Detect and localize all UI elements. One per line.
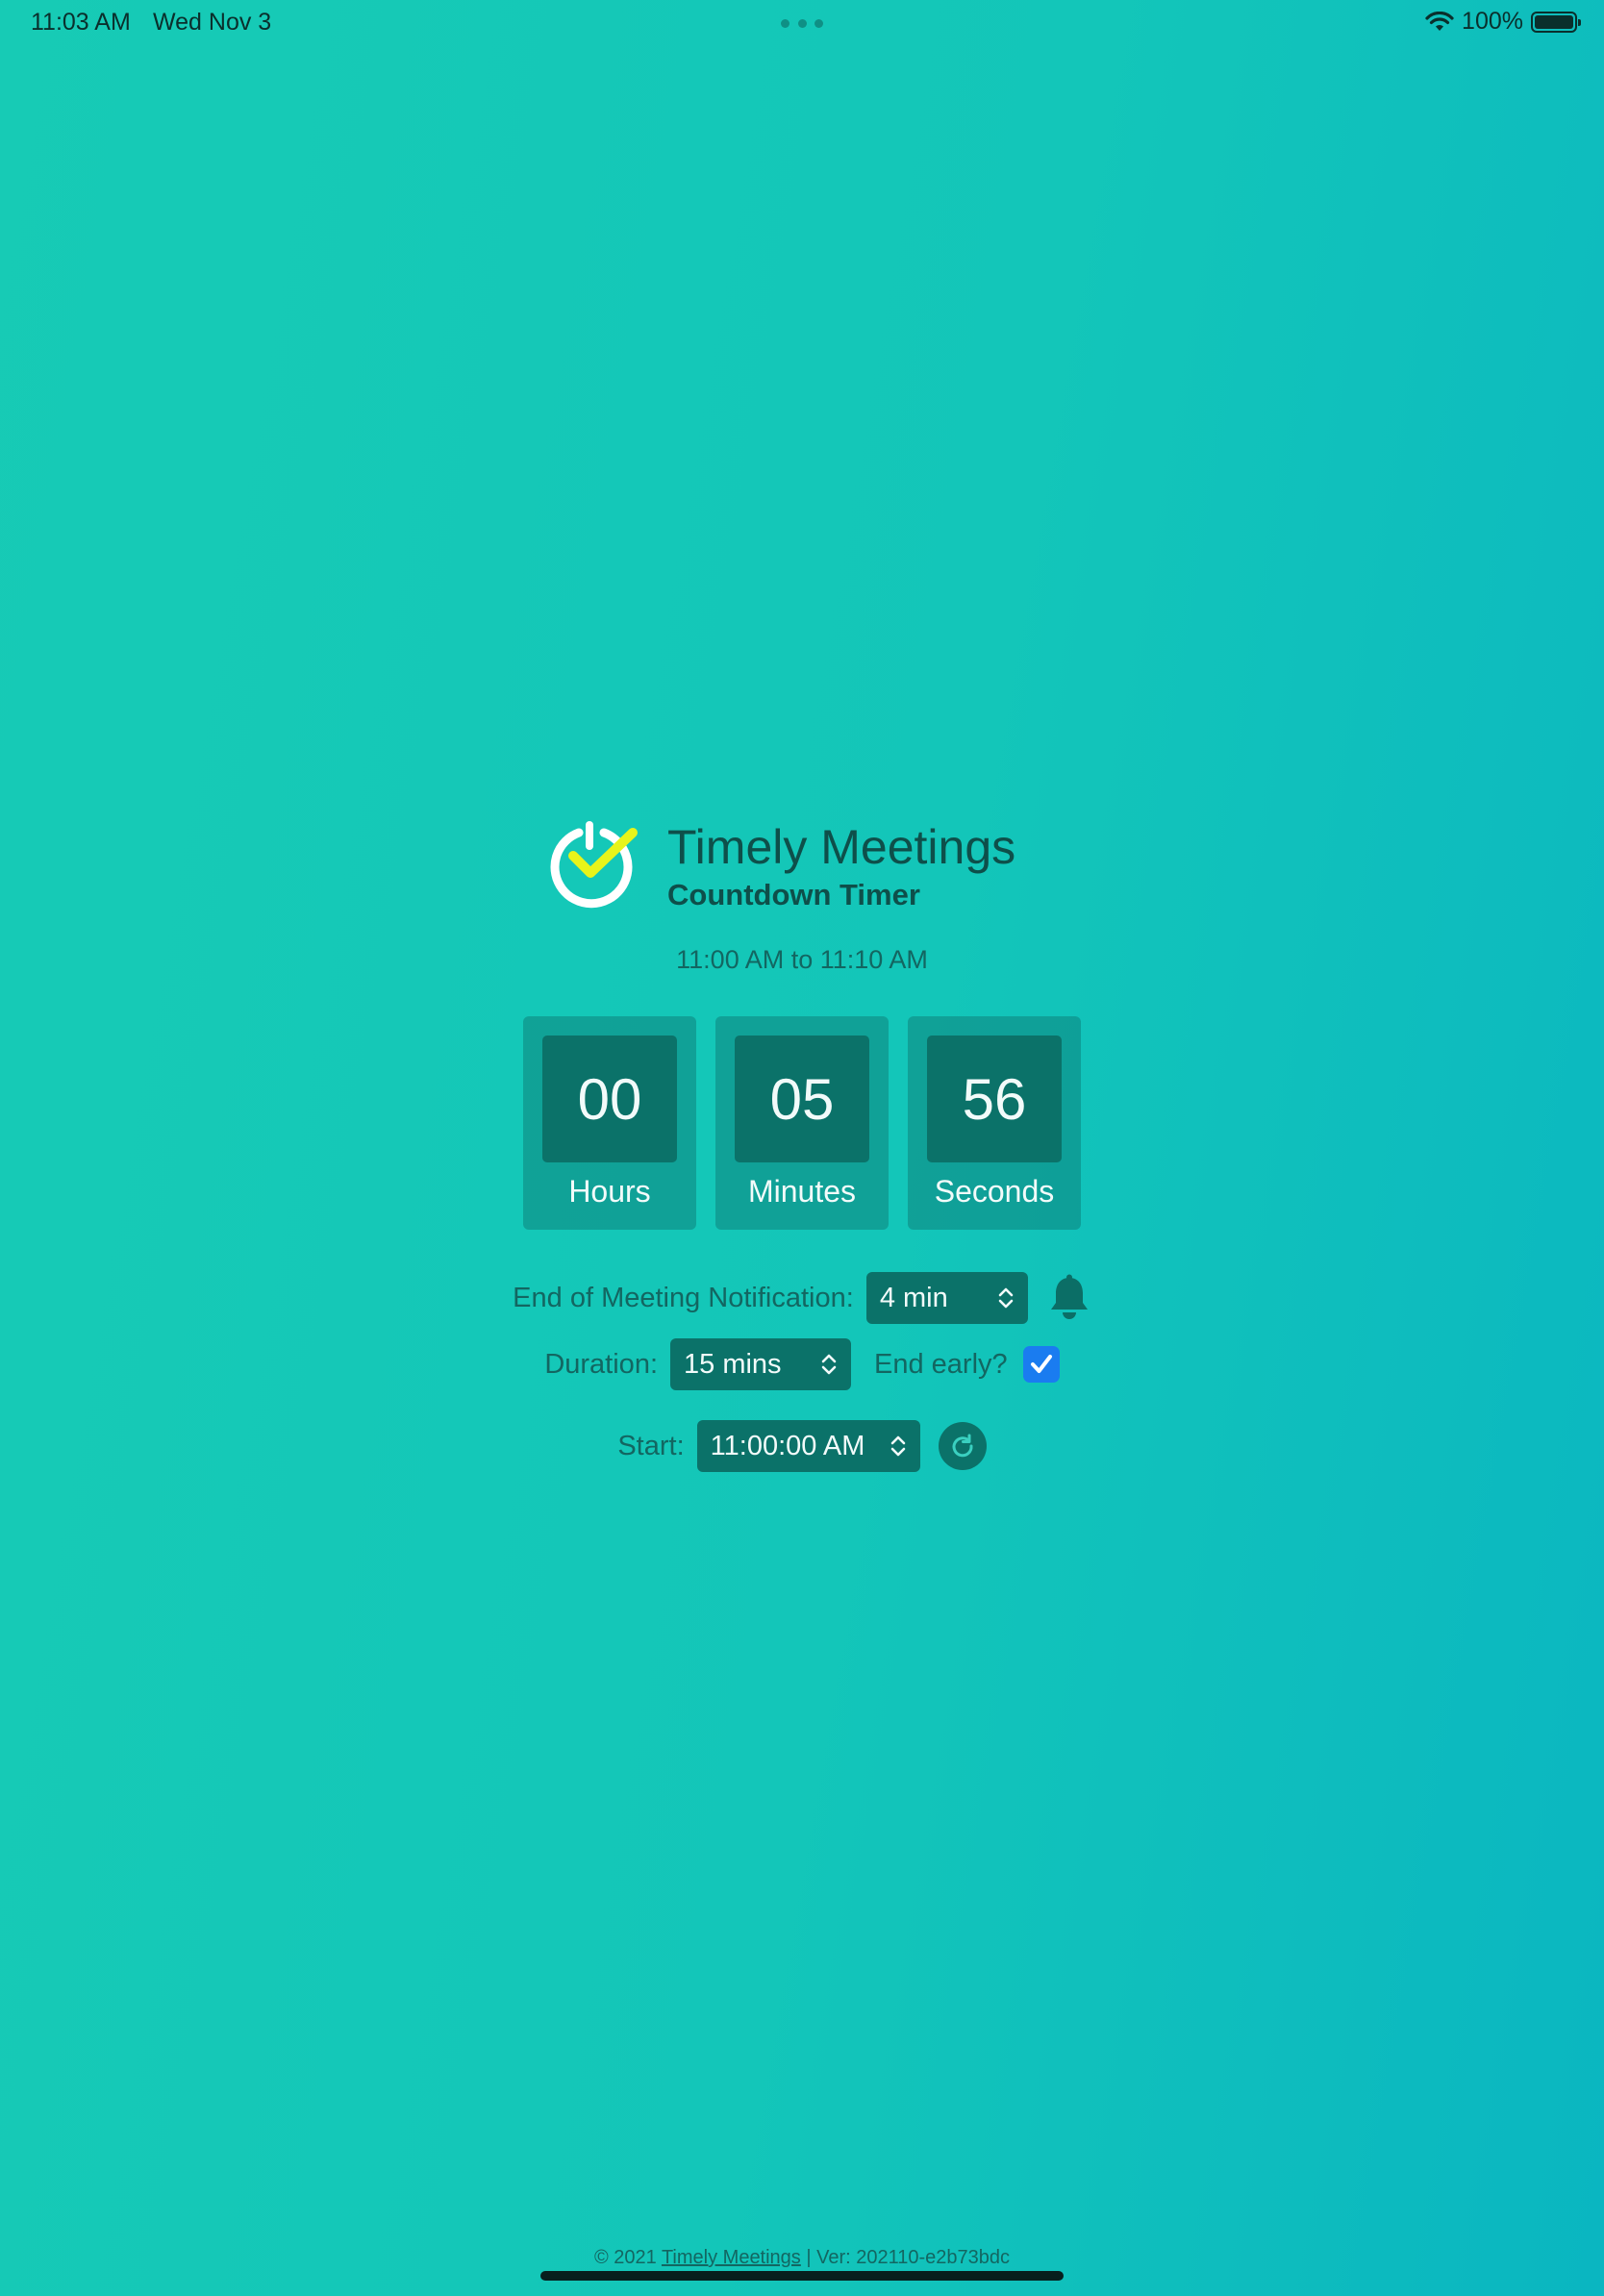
battery-percent: 100%	[1462, 8, 1523, 35]
seconds-label: Seconds	[934, 1174, 1055, 1209]
minutes-value: 05	[735, 1036, 869, 1162]
duration-select[interactable]: 15 mins	[670, 1338, 851, 1390]
start-time-select[interactable]: 11:00:00 AM	[696, 1420, 920, 1472]
notification-label: End of Meeting Notification:	[513, 1282, 854, 1313]
status-indicators: 100%	[1425, 8, 1581, 36]
footer-version: | Ver: 202110-e2b73bdc	[806, 2247, 1011, 2268]
multitasking-dots-icon[interactable]	[781, 19, 823, 29]
bell-icon[interactable]	[1047, 1274, 1091, 1322]
chevron-updown-icon	[997, 1286, 1015, 1310]
seconds-value: 56	[927, 1036, 1062, 1162]
countdown-timer: 00 Hours 05 Minutes 56 Seconds	[523, 1016, 1081, 1230]
notification-row: End of Meeting Notification: 4 min	[0, 1272, 1604, 1324]
meeting-time-range: 11:00 AM to 11:10 AM	[676, 945, 928, 974]
notification-select-value: 4 min	[879, 1282, 948, 1313]
wifi-icon	[1425, 11, 1454, 33]
start-row: Start: 11:00:00 AM	[0, 1420, 1604, 1472]
chevron-updown-icon	[820, 1353, 838, 1376]
start-label: Start:	[617, 1430, 685, 1461]
chevron-updown-icon	[890, 1435, 907, 1458]
home-indicator[interactable]	[540, 2271, 1064, 2281]
app-title: Timely Meetings	[667, 820, 1016, 874]
start-time-value: 11:00:00 AM	[710, 1430, 865, 1461]
app-subtitle: Countdown Timer	[667, 878, 920, 911]
reset-start-button[interactable]	[938, 1422, 987, 1470]
status-time: 11:03 AM	[31, 9, 131, 36]
refresh-icon	[952, 1434, 973, 1458]
minutes-card: 05 Minutes	[715, 1016, 889, 1230]
duration-select-value: 15 mins	[684, 1348, 782, 1380]
end-early-label: End early?	[874, 1348, 1008, 1380]
duration-row: Duration: 15 mins End early?	[0, 1338, 1604, 1390]
status-date: Wed Nov 3	[153, 9, 272, 36]
duration-label: Duration:	[544, 1348, 658, 1380]
notification-select[interactable]: 4 min	[865, 1272, 1028, 1324]
minutes-label: Minutes	[747, 1174, 857, 1209]
footer-copyright: © 2021	[593, 2247, 657, 2268]
end-early-checkbox[interactable]	[1022, 1346, 1060, 1383]
footer-link[interactable]: Timely Meetings	[662, 2247, 801, 2268]
status-bar: 11:03 AM Wed Nov 3 100%	[0, 0, 1604, 46]
hours-card: 00 Hours	[523, 1016, 696, 1230]
seconds-card: 56 Seconds	[908, 1016, 1081, 1230]
hours-value: 00	[542, 1036, 677, 1162]
timer-check-logo-icon	[544, 817, 639, 911]
checkmark-icon	[1030, 1355, 1052, 1373]
battery-icon	[1531, 11, 1581, 33]
hours-label: Hours	[568, 1174, 651, 1209]
footer: © 2021 Timely Meetings | Ver: 202110-e2b…	[0, 2247, 1604, 2269]
